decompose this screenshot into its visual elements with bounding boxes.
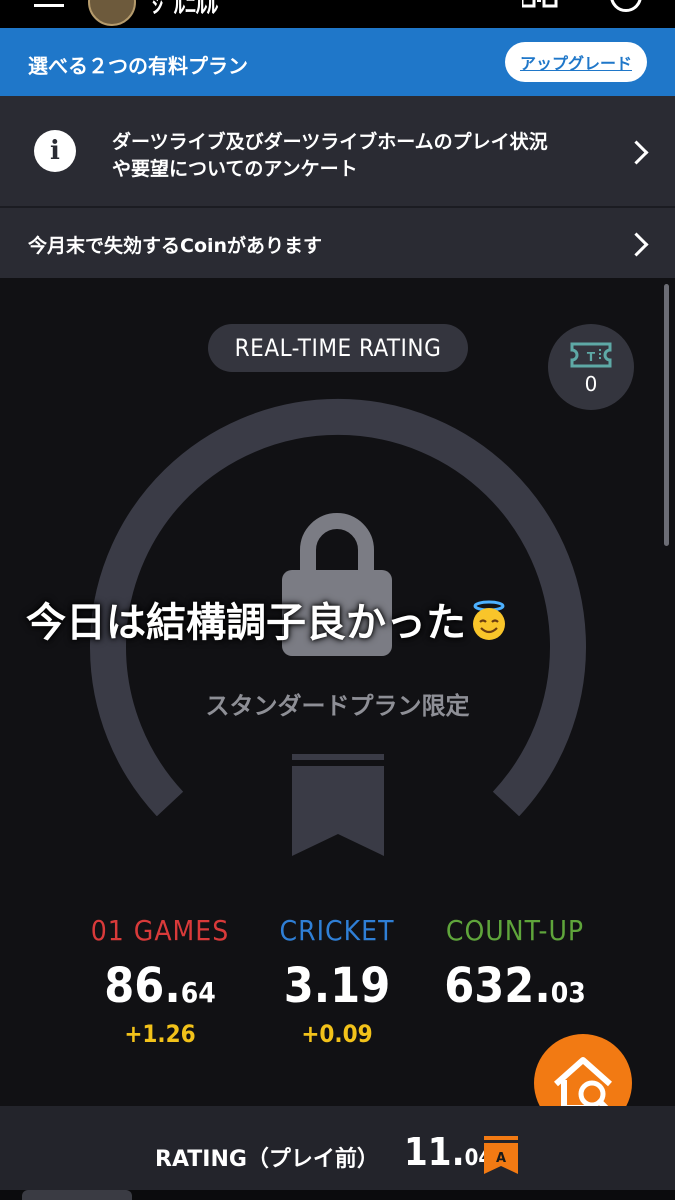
stat-delta-01-games: +1.26 bbox=[124, 1020, 196, 1048]
stat-value-count-up: 632.03 bbox=[444, 958, 586, 1014]
scrollbar[interactable] bbox=[664, 284, 669, 546]
bottom-nav-tab[interactable] bbox=[22, 1190, 132, 1200]
stat-value-cricket: 3.19 bbox=[283, 958, 391, 1014]
upgrade-button[interactable]: アップグレード bbox=[505, 42, 647, 82]
rating-value: 11.04 bbox=[404, 1130, 493, 1174]
stat-label-01-games: 01 GAMES bbox=[90, 914, 230, 947]
coin-expiry-text: 今月末で失効するCoinがあります bbox=[28, 235, 323, 257]
standard-plan-only-text: スタンダードプラン限定 bbox=[205, 692, 470, 720]
stat-label-count-up: COUNT-UP bbox=[445, 914, 585, 947]
rating-badge-letter: A bbox=[496, 1151, 506, 1166]
ticket-count: 0 bbox=[584, 372, 598, 396]
banner-text: 選べる２つの有料プラン bbox=[28, 54, 248, 78]
survey-text-line1: ダーツライブ及びダーツライブホームのプレイ状況 bbox=[112, 131, 548, 153]
survey-text-line2: や要望についてのアンケート bbox=[112, 158, 358, 180]
realtime-rating-label: REAL-TIME RATING bbox=[234, 334, 442, 362]
menu-icon[interactable] bbox=[34, 0, 64, 7]
rating-label: RATING（プレイ前） bbox=[155, 1147, 379, 1172]
stat-label-cricket: CRICKET bbox=[279, 914, 395, 947]
rating-badge: A bbox=[484, 1136, 518, 1174]
stat-delta-cricket: +0.09 bbox=[301, 1020, 373, 1048]
smiling-face-with-halo-icon bbox=[473, 600, 505, 640]
overlay-caption: 今日は結構調子良かった bbox=[26, 590, 510, 648]
stat-value-01-games: 86.64 bbox=[104, 958, 216, 1014]
realtime-rating-pill: REAL-TIME RATING bbox=[208, 324, 468, 372]
svg-text:T: T bbox=[587, 350, 596, 364]
username: ｼﾞﾙﾆﾙﾙ bbox=[152, 0, 219, 19]
info-icon: i bbox=[34, 130, 76, 172]
upgrade-button-label: アップグレード bbox=[519, 54, 632, 73]
qr-code-icon[interactable] bbox=[522, 0, 558, 8]
overlay-caption-text: 今日は結構調子良かった bbox=[26, 600, 466, 646]
ribbon-icon bbox=[292, 754, 384, 856]
